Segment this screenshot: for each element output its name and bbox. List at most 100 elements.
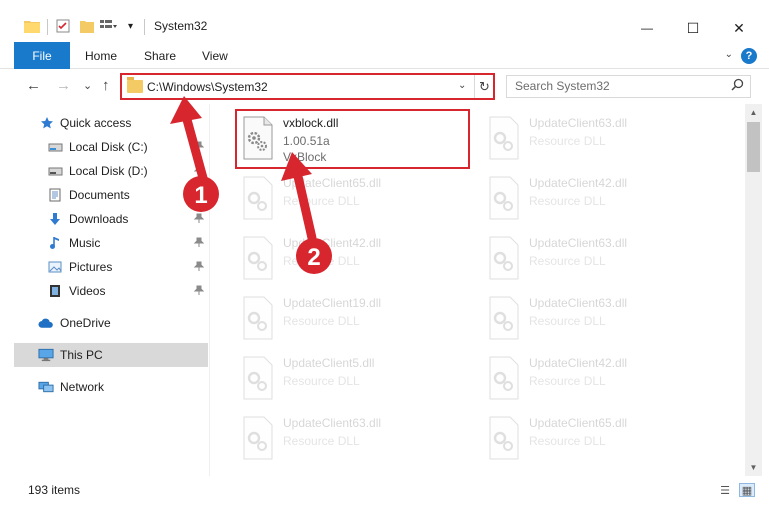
pictures-icon bbox=[47, 259, 63, 275]
file-item[interactable]: UpdateClient42.dll Resource DLL bbox=[482, 170, 722, 226]
file-type: Resource DLL bbox=[529, 194, 606, 208]
sidebar-item-pictures[interactable]: Pictures bbox=[14, 255, 208, 279]
sidebar-item-label: Music bbox=[69, 236, 101, 250]
sidebar-item-downloads[interactable]: Downloads bbox=[14, 207, 208, 231]
file-type: Resource DLL bbox=[529, 254, 606, 268]
file-list: vxblock.dll 1.00.51a VxBlock UpdateClien… bbox=[218, 104, 745, 476]
file-item[interactable]: UpdateClient42.dll Resource DLL bbox=[482, 350, 722, 406]
sidebar-item-label: This PC bbox=[60, 348, 103, 362]
search-icon[interactable] bbox=[731, 78, 744, 94]
file-type: Resource DLL bbox=[283, 314, 360, 328]
customize-view-icon[interactable] bbox=[100, 17, 118, 35]
scroll-thumb[interactable] bbox=[747, 122, 760, 172]
address-dropdown-icon[interactable]: ⌄ bbox=[458, 80, 466, 91]
drive-icon bbox=[47, 163, 63, 179]
dll-file-icon bbox=[240, 236, 276, 280]
tiles-view-icon[interactable]: ▦ bbox=[739, 483, 755, 497]
drive-icon bbox=[47, 139, 63, 155]
status-bar: 193 items ☰ ▦ bbox=[0, 478, 769, 504]
file-type: Resource DLL bbox=[283, 254, 360, 268]
sidebar-item-onedrive[interactable]: OneDrive bbox=[14, 311, 208, 335]
address-bar[interactable]: C:\Windows\System32 ⌄ ↻ bbox=[120, 73, 495, 100]
sidebar-item-this-pc[interactable]: This PC bbox=[14, 343, 208, 367]
cloud-icon bbox=[38, 315, 54, 331]
sidebar-item-label: Quick access bbox=[60, 116, 132, 130]
minimize-button[interactable]: — bbox=[624, 14, 670, 42]
sidebar-item-local-disk-d[interactable]: Local Disk (D:) bbox=[14, 159, 208, 183]
documents-icon bbox=[47, 187, 63, 203]
sidebar-item-label: OneDrive bbox=[60, 316, 111, 330]
maximize-button[interactable]: ☐ bbox=[670, 14, 716, 42]
tab-file[interactable]: File bbox=[14, 42, 70, 69]
sidebar-item-label: Documents bbox=[69, 188, 130, 202]
pin-icon[interactable] bbox=[193, 165, 205, 178]
file-type: Resource DLL bbox=[529, 434, 606, 448]
file-item[interactable]: UpdateClient42.dll Resource DLL bbox=[236, 230, 476, 286]
sidebar-item-documents[interactable]: Documents bbox=[14, 183, 208, 207]
tab-home[interactable]: Home bbox=[85, 42, 117, 69]
pin-icon[interactable] bbox=[193, 261, 205, 274]
expand-ribbon-icon[interactable]: ⌄ bbox=[725, 49, 733, 60]
folder-icon[interactable] bbox=[24, 17, 40, 35]
dll-file-icon bbox=[486, 356, 522, 400]
sidebar-item-videos[interactable]: Videos bbox=[14, 279, 208, 303]
dll-file-icon bbox=[486, 116, 522, 160]
new-folder-icon[interactable] bbox=[80, 17, 94, 35]
dll-file-icon bbox=[240, 356, 276, 400]
refresh-icon[interactable]: ↻ bbox=[474, 75, 494, 98]
tab-view[interactable]: View bbox=[202, 42, 228, 69]
sidebar-item-label: Local Disk (C:) bbox=[69, 140, 148, 154]
sidebar-item-quick-access[interactable]: Quick access bbox=[14, 111, 208, 135]
close-button[interactable]: ✕ bbox=[716, 14, 762, 42]
pin-icon[interactable] bbox=[193, 141, 205, 154]
file-name: UpdateClient65.dll bbox=[283, 176, 382, 190]
file-item[interactable]: UpdateClient63.dll Resource DLL bbox=[482, 230, 722, 286]
file-item[interactable]: UpdateClient63.dll Resource DLL bbox=[236, 410, 476, 466]
file-name: UpdateClient63.dll bbox=[529, 296, 628, 310]
vertical-scrollbar[interactable]: ▲ ▼ bbox=[745, 104, 762, 476]
quick-access-dropdown-icon[interactable]: ▾ bbox=[128, 17, 133, 35]
item-count: 193 items bbox=[28, 483, 81, 497]
file-name: UpdateClient19.dll bbox=[283, 296, 382, 310]
recent-locations-icon[interactable]: ⌄ bbox=[83, 79, 92, 92]
pin-icon[interactable] bbox=[193, 189, 205, 202]
file-item[interactable]: UpdateClient19.dll Resource DLL bbox=[236, 290, 476, 346]
scroll-down-icon[interactable]: ▼ bbox=[745, 459, 762, 476]
file-name: UpdateClient42.dll bbox=[529, 356, 628, 370]
forward-icon[interactable]: → bbox=[56, 77, 71, 94]
file-item[interactable]: UpdateClient65.dll Resource DLL bbox=[236, 170, 476, 226]
address-path[interactable]: C:\Windows\System32 bbox=[147, 80, 268, 94]
file-item[interactable]: UpdateClient63.dll Resource DLL bbox=[482, 110, 722, 166]
help-icon[interactable]: ? bbox=[741, 48, 757, 64]
sidebar-item-label: Downloads bbox=[69, 212, 129, 226]
details-view-icon[interactable]: ☰ bbox=[717, 483, 733, 497]
tab-share[interactable]: Share bbox=[144, 42, 176, 69]
pin-icon[interactable] bbox=[193, 213, 205, 226]
file-type: Resource DLL bbox=[529, 374, 606, 388]
sidebar-item-music[interactable]: Music bbox=[14, 231, 208, 255]
up-icon[interactable]: ↑ bbox=[102, 77, 110, 94]
title-bar: ▾ System32 — ☐ ✕ bbox=[0, 0, 769, 42]
file-item[interactable]: UpdateClient5.dll Resource DLL bbox=[236, 350, 476, 406]
search-input[interactable] bbox=[515, 79, 715, 93]
file-item[interactable]: UpdateClient63.dll Resource DLL bbox=[482, 290, 722, 346]
sidebar-item-label: Network bbox=[60, 380, 105, 394]
minimize-icon: — bbox=[641, 21, 653, 35]
pin-icon[interactable] bbox=[193, 285, 205, 298]
sidebar-item-network[interactable]: Network bbox=[14, 375, 208, 399]
search-box[interactable] bbox=[506, 75, 751, 98]
network-icon bbox=[38, 379, 54, 395]
dll-file-icon bbox=[486, 176, 522, 220]
file-item[interactable]: UpdateClient65.dll Resource DLL bbox=[482, 410, 722, 466]
pin-icon[interactable] bbox=[193, 237, 205, 250]
videos-icon bbox=[47, 283, 63, 299]
back-icon[interactable]: ← bbox=[26, 77, 41, 94]
sidebar-item-local-disk-c[interactable]: Local Disk (C:) bbox=[14, 135, 208, 159]
sidebar-item-label: Pictures bbox=[69, 260, 113, 274]
file-name: UpdateClient42.dll bbox=[529, 176, 628, 190]
file-type: Resource DLL bbox=[283, 374, 360, 388]
scroll-up-icon[interactable]: ▲ bbox=[745, 104, 762, 121]
properties-icon[interactable] bbox=[56, 17, 70, 35]
window-title: System32 bbox=[154, 19, 208, 33]
maximize-icon: ☐ bbox=[686, 19, 700, 36]
